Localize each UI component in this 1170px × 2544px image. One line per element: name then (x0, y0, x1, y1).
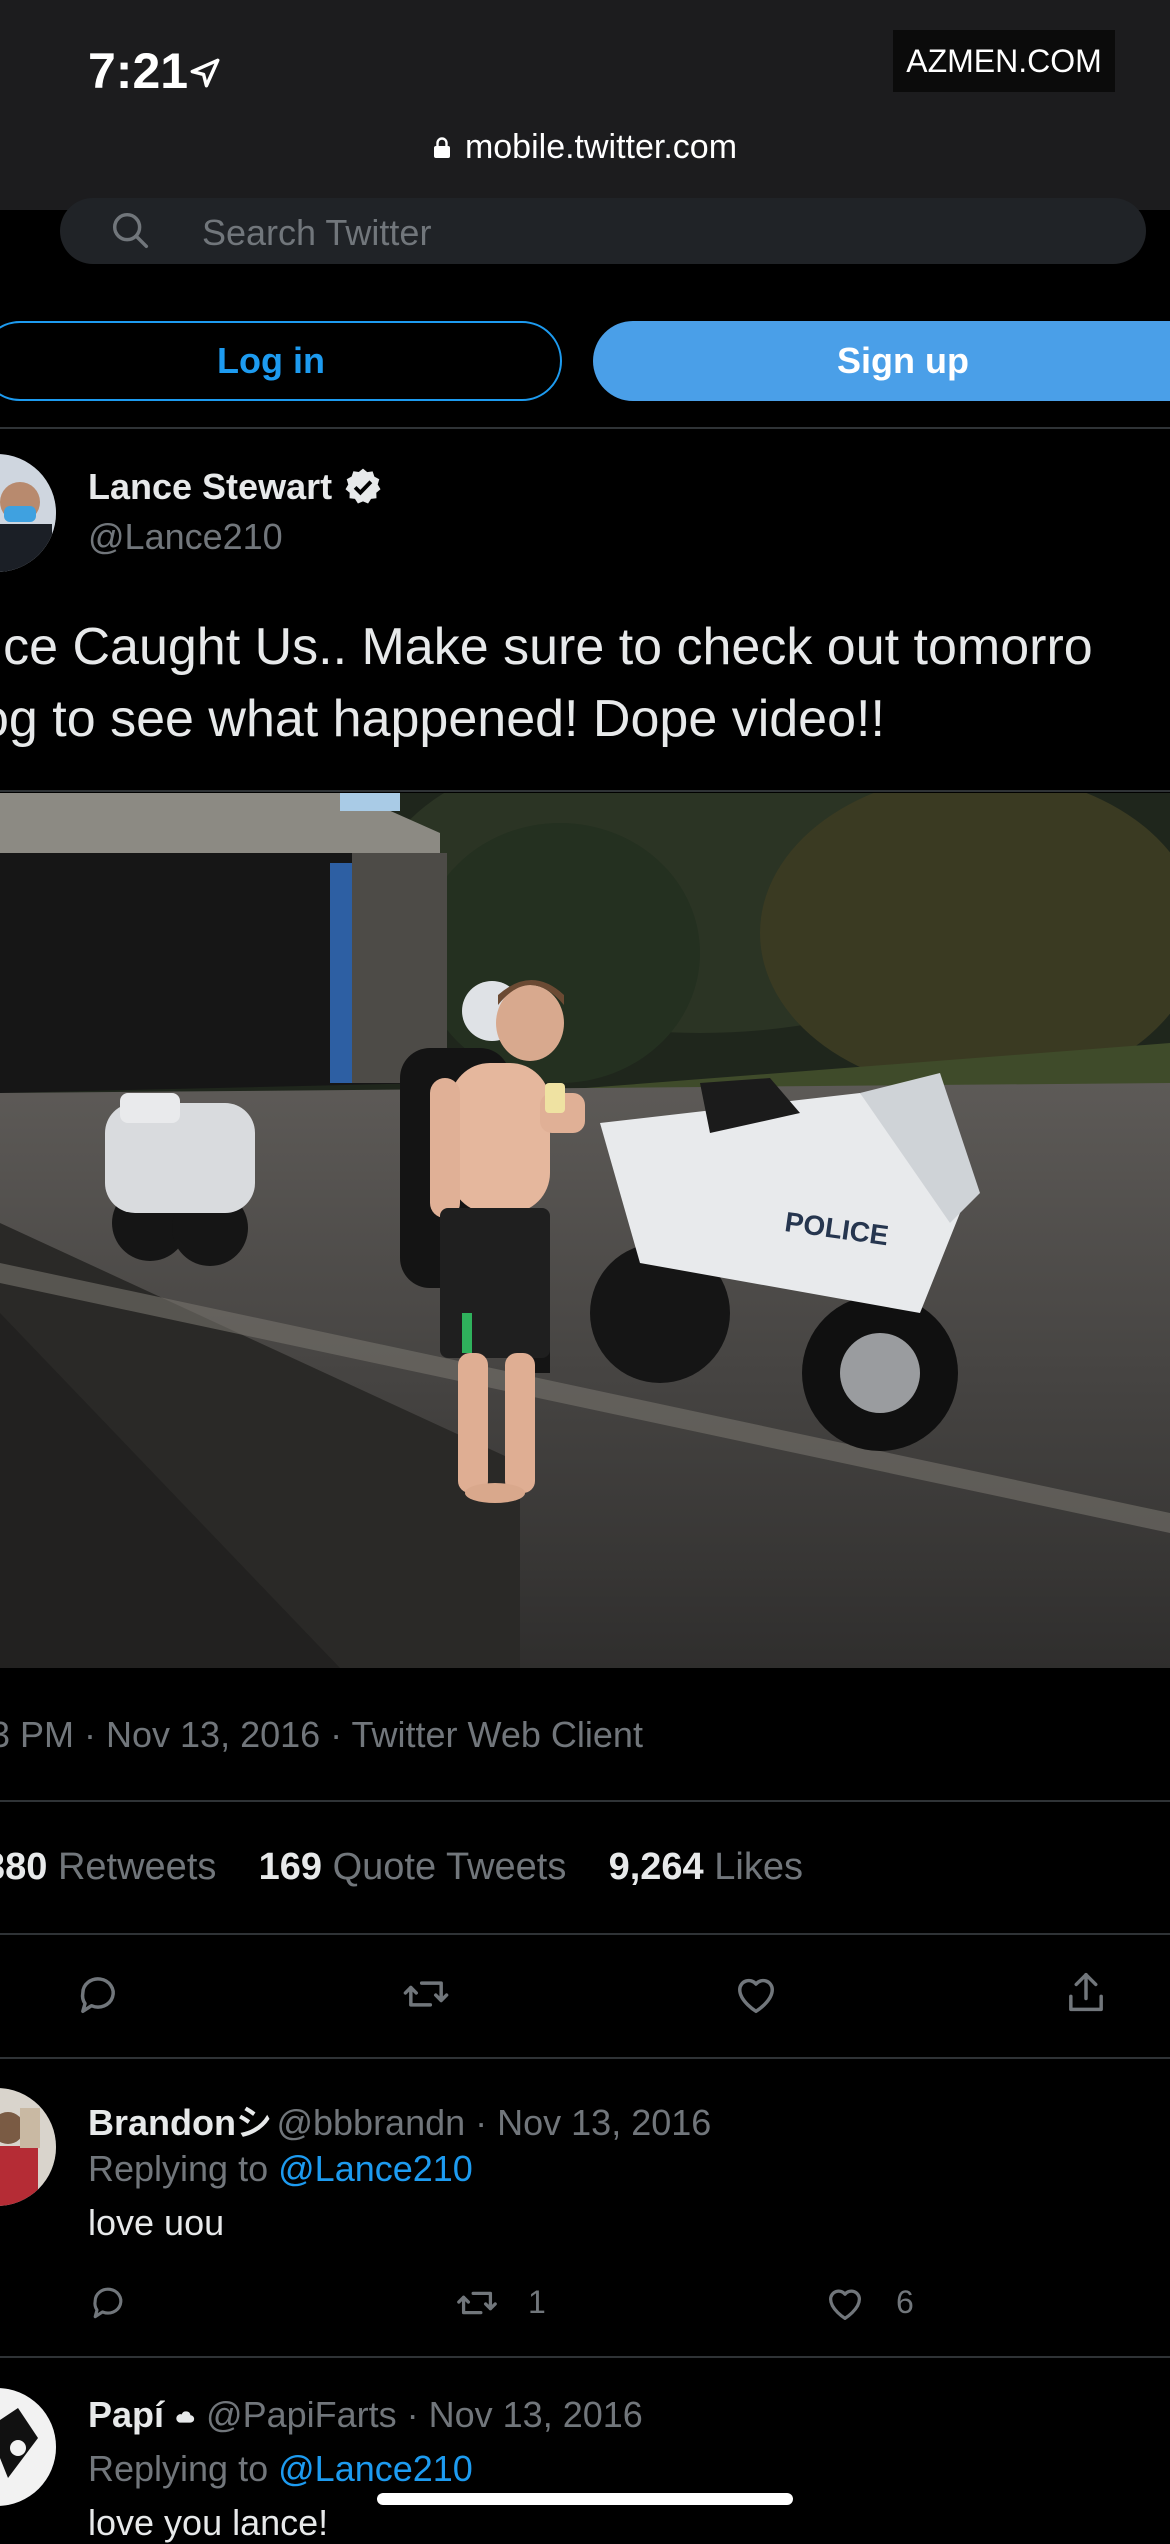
replying-to: Replying to @Lance210 (88, 2448, 473, 2490)
search-placeholder: Search Twitter (202, 212, 432, 253)
replying-to-link[interactable]: @Lance210 (278, 2448, 473, 2489)
reply-header: Papí @PapiFarts · Nov 13, 2016 (88, 2394, 643, 2436)
tweet-timestamp[interactable]: 3 PM · Nov 13, 2016 · Twitter Web Client (0, 1714, 643, 1756)
replying-to-link[interactable]: @Lance210 (278, 2148, 473, 2189)
tweet-text-line-2: og to see what happened! Dope video!! (0, 690, 885, 748)
reply-handle-date: @PapiFarts · Nov 13, 2016 (206, 2394, 643, 2435)
signup-button[interactable]: Sign up (593, 321, 1170, 401)
reply-icon[interactable] (72, 1968, 124, 2020)
cloud-emoji-icon (176, 2411, 195, 2423)
retweet-icon[interactable] (400, 1968, 452, 2020)
reply-icon[interactable] (86, 2280, 130, 2324)
divider (0, 2057, 1170, 2059)
share-icon[interactable] (1060, 1966, 1112, 2018)
replying-to: Replying to @Lance210 (88, 2148, 473, 2190)
tweet-text-line-1: lice Caught Us.. Make sure to check out … (0, 618, 1093, 676)
reply-text: love uou (88, 2202, 225, 2243)
reply-text: love you lance! (88, 2502, 329, 2543)
reply-retweet-count: 1 (528, 2284, 546, 2320)
replying-to-prefix: Replying to (88, 2148, 269, 2189)
divider (0, 427, 1170, 429)
url-bar[interactable]: mobile.twitter.com (0, 128, 1170, 167)
tweet-author[interactable]: Lance Stewart (88, 466, 384, 508)
divider (0, 1800, 1170, 1802)
quotes-label: Quote Tweets (332, 1846, 567, 1888)
likes-label: Likes (714, 1846, 803, 1888)
likes-count: 9,264 (608, 1846, 704, 1888)
reply-like-count: 6 (896, 2284, 914, 2320)
divider (0, 2356, 1170, 2358)
author-handle: @Lance210 (88, 516, 283, 557)
reply-avatar[interactable] (0, 2088, 56, 2206)
author-avatar[interactable] (0, 454, 56, 572)
reply-handle-date: @bbbrandn · Nov 13, 2016 (276, 2102, 712, 2143)
verified-badge-icon (345, 468, 381, 504)
quotes-stat[interactable]: 169 Quote Tweets (259, 1846, 567, 1888)
author-name: Lance Stewart (88, 466, 333, 507)
reply-header: Brandonシ @bbbrandn · Nov 13, 2016 (88, 2094, 711, 2146)
search-icon (112, 212, 149, 249)
status-time: 7:21 (88, 43, 189, 99)
lock-icon (433, 137, 450, 158)
retweet-icon[interactable] (454, 2280, 500, 2326)
login-button[interactable]: Log in (0, 321, 562, 401)
likes-stat[interactable]: 9,264 Likes (609, 1846, 803, 1888)
like-icon[interactable] (730, 1968, 782, 2020)
reply-avatar[interactable] (0, 2388, 56, 2506)
tweet-stats: 380 Retweets 169 Quote Tweets 9,264 Like… (0, 1846, 803, 1889)
home-indicator[interactable] (377, 2493, 793, 2505)
watermark: AZMEN.COM (893, 30, 1115, 92)
tweet-text: lice Caught Us.. Make sure to check out … (0, 611, 1093, 755)
url-text: mobile.twitter.com (464, 128, 738, 166)
like-icon[interactable] (822, 2280, 868, 2326)
retweets-label: Retweets (57, 1846, 217, 1888)
tweet-photo[interactable]: POLICE (0, 793, 1170, 1668)
divider (0, 790, 1170, 792)
retweets-count: 380 (0, 1846, 48, 1888)
divider (0, 1933, 1170, 1935)
quotes-count: 169 (258, 1846, 323, 1888)
retweets-stat[interactable]: 380 Retweets (0, 1846, 216, 1888)
location-arrow-icon (190, 58, 220, 88)
reply-author-name[interactable]: Papí (88, 2394, 164, 2435)
reply-author-name[interactable]: Brandonシ (88, 2102, 272, 2143)
replying-to-prefix: Replying to (88, 2448, 269, 2489)
